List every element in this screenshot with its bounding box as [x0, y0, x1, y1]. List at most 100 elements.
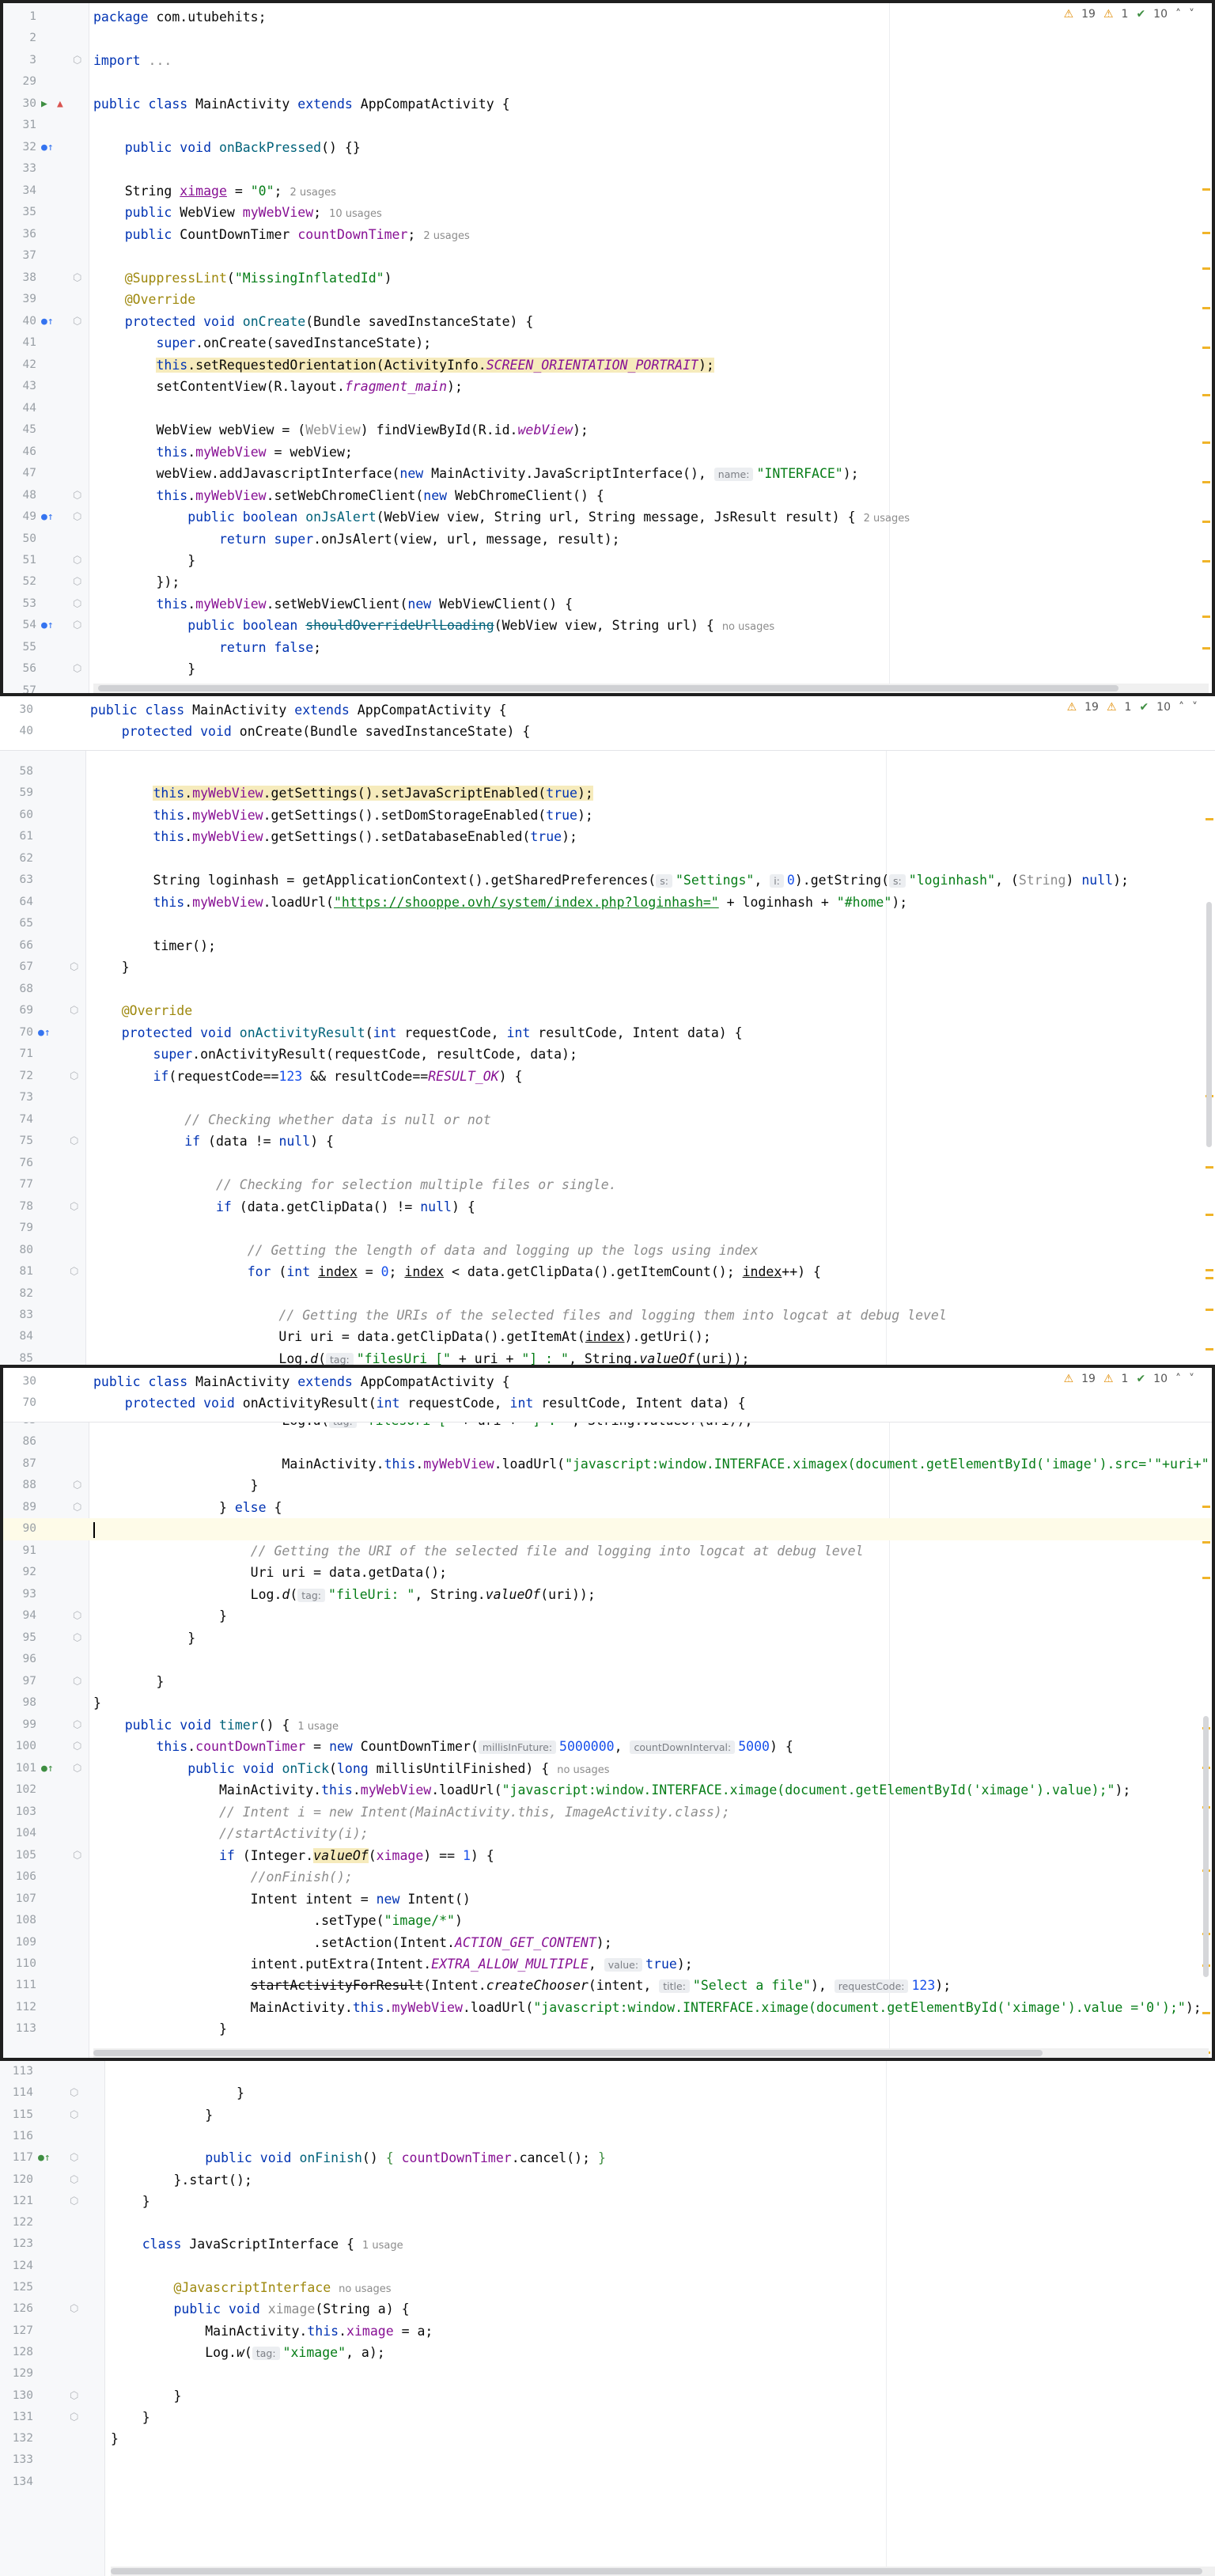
next-highlight-icon[interactable]: ˅ — [1189, 1373, 1194, 1385]
code-line[interactable]: 102 MainActivity.this.myWebView.loadUrl(… — [3, 1779, 1212, 1801]
code-text[interactable]: } — [111, 2407, 150, 2429]
fold-toggle-icon[interactable]: ⬡ — [73, 571, 81, 593]
line-number[interactable]: 73 — [2, 1087, 33, 1109]
line-number[interactable]: 1 — [5, 6, 36, 28]
line-number[interactable]: 48 — [5, 485, 36, 507]
code-line[interactable]: 82 — [0, 1283, 1215, 1305]
code-text[interactable]: public void ximage(String a) { — [111, 2298, 409, 2320]
code-text[interactable]: @Override — [90, 1000, 192, 1022]
override-method-icon[interactable]: ●↑ — [41, 615, 54, 637]
line-number[interactable]: 94 — [5, 1605, 36, 1627]
code-text[interactable]: // Getting the length of data and loggin… — [90, 1240, 759, 1262]
fold-toggle-icon[interactable]: ⬡ — [73, 1671, 81, 1693]
code-text[interactable]: this.myWebView.getSettings().setDatabase… — [90, 826, 577, 848]
line-number[interactable]: 44 — [5, 398, 36, 420]
line-number[interactable]: 75 — [2, 1131, 33, 1153]
code-text[interactable]: } — [93, 1605, 227, 1627]
code-text[interactable]: @SuppressLint("MissingInflatedId") — [93, 267, 392, 290]
code-line[interactable]: 91 // Getting the URI of the selected fi… — [3, 1540, 1212, 1563]
line-number[interactable]: 100 — [5, 1736, 36, 1758]
code-line[interactable]: 109 .setAction(Intent.ACTION_GET_CONTENT… — [3, 1932, 1212, 1954]
code-line[interactable]: 63 String loginhash = getApplicationCont… — [0, 869, 1215, 892]
code-text[interactable]: // Getting the URIs of the selected file… — [90, 1305, 946, 1327]
usage-count-hint[interactable]: 2 usages — [423, 230, 469, 242]
line-number[interactable]: 70 — [2, 1022, 33, 1044]
line-number[interactable]: 55 — [5, 637, 36, 659]
code-line[interactable]: 86 — [3, 1431, 1212, 1453]
line-number[interactable]: 42 — [5, 354, 36, 377]
line-number[interactable]: 81 — [2, 1261, 33, 1283]
code-line[interactable]: 68 — [0, 979, 1215, 1001]
code-text[interactable]: public class MainActivity extends AppCom… — [90, 699, 507, 722]
code-text[interactable]: if(requestCode==123 && resultCode==RESUL… — [90, 1066, 522, 1088]
code-text[interactable]: public boolean onJsAlert(WebView view, S… — [93, 506, 910, 530]
code-line[interactable]: 105 ⬡ if (Integer.valueOf(ximage) == 1) { — [3, 1845, 1212, 1867]
fold-toggle-icon[interactable]: ⬡ — [73, 50, 81, 72]
implements-method-icon[interactable]: ●↑ — [41, 1758, 54, 1780]
code-line[interactable]: 60 this.myWebView.getSettings().setDomSt… — [0, 805, 1215, 827]
line-number[interactable]: 43 — [5, 376, 36, 398]
code-text[interactable]: Intent intent = new Intent() — [93, 1888, 471, 1911]
line-number[interactable]: 52 — [5, 571, 36, 593]
line-number[interactable]: 95 — [5, 1627, 36, 1650]
warning-stripe-mark[interactable] — [1202, 267, 1210, 270]
line-number[interactable]: 46 — [5, 441, 36, 464]
code-text[interactable]: MainActivity.this.myWebView.loadUrl("jav… — [93, 1997, 1202, 2019]
line-number[interactable]: 105 — [5, 1845, 36, 1867]
line-number[interactable]: 40 — [2, 721, 33, 743]
code-text[interactable]: } — [111, 2191, 150, 2213]
line-number[interactable]: 45 — [5, 419, 36, 441]
fold-toggle-icon[interactable]: ⬡ — [70, 2191, 78, 2213]
next-highlight-icon[interactable]: ˅ — [1192, 701, 1198, 714]
fold-toggle-icon[interactable]: ⬡ — [73, 506, 81, 528]
code-text[interactable]: //startActivity(i); — [93, 1823, 369, 1845]
code-text[interactable]: public void onTick(long millisUntilFinis… — [93, 1758, 609, 1782]
line-number[interactable]: 104 — [5, 1823, 36, 1845]
line-number[interactable]: 77 — [2, 1174, 33, 1196]
code-line[interactable]: 37 — [3, 245, 1212, 267]
code-text[interactable]: String ximage = "0"; 2 usages — [93, 180, 336, 204]
horizontal-scrollbar[interactable] — [93, 2048, 1209, 2058]
code-text[interactable]: class JavaScriptInterface {1 usage — [111, 2233, 403, 2257]
code-line[interactable]: 107 Intent intent = new Intent() — [3, 1888, 1212, 1911]
code-line[interactable]: 132} — [0, 2428, 1215, 2450]
line-number[interactable]: 76 — [2, 1153, 33, 1175]
usage-count-hint[interactable]: 10 usages — [329, 208, 382, 220]
line-number[interactable]: 68 — [2, 979, 33, 1001]
line-number[interactable]: 83 — [2, 1305, 33, 1327]
ok-count[interactable]: 10 — [1156, 701, 1171, 714]
line-number[interactable]: 69 — [2, 1000, 33, 1022]
error-stripe[interactable] — [1201, 30, 1212, 682]
code-line[interactable]: 38 ⬡ @SuppressLint("MissingInflatedId") — [3, 267, 1212, 290]
code-line[interactable]: 111 startActivityForResult(Intent.create… — [3, 1975, 1212, 1997]
code-line[interactable]: 90 — [3, 1518, 1212, 1540]
line-number[interactable]: 57 — [5, 680, 36, 693]
line-number[interactable]: 125 — [2, 2277, 33, 2299]
line-number[interactable]: 49 — [5, 506, 36, 528]
code-text[interactable]: this.myWebView.getSettings().setDomStora… — [90, 805, 592, 827]
fold-toggle-icon[interactable]: ⬡ — [70, 2298, 78, 2320]
line-number[interactable]: 123 — [2, 2233, 33, 2256]
code-line[interactable]: 58 — [0, 761, 1215, 783]
code-text[interactable]: MainActivity.this.ximage = a; — [111, 2320, 433, 2343]
line-number[interactable]: 124 — [2, 2256, 33, 2278]
line-number[interactable]: 30 — [5, 1371, 36, 1393]
line-number[interactable]: 70 — [5, 1392, 36, 1415]
code-line[interactable]: 104 //startActivity(i); — [3, 1823, 1212, 1845]
line-number[interactable]: 127 — [2, 2320, 33, 2343]
code-text[interactable]: protected void onCreate(Bundle savedInst… — [93, 311, 534, 333]
code-line[interactable]: 96 — [3, 1649, 1212, 1671]
warnings-count[interactable]: 19 — [1081, 1373, 1096, 1385]
line-number[interactable]: 109 — [5, 1932, 36, 1954]
fold-toggle-icon[interactable]: ⬡ — [73, 1736, 81, 1758]
code-line[interactable]: 61 this.myWebView.getSettings().setDatab… — [0, 826, 1215, 848]
warning-stripe-mark[interactable] — [1202, 1577, 1210, 1579]
line-number[interactable]: 62 — [2, 848, 33, 870]
code-line[interactable]: 40 ●↑ ⬡ protected void onCreate(Bundle sav… — [3, 311, 1212, 333]
vertical-scrollbar-thumb[interactable] — [1206, 902, 1212, 1147]
line-number[interactable]: 41 — [5, 332, 36, 354]
line-number[interactable]: 116 — [2, 2126, 33, 2148]
override-method-icon[interactable]: ●↑ — [41, 311, 54, 333]
fold-toggle-icon[interactable]: ⬡ — [73, 1475, 81, 1497]
code-line[interactable]: 97 ⬡ } — [3, 1671, 1212, 1693]
